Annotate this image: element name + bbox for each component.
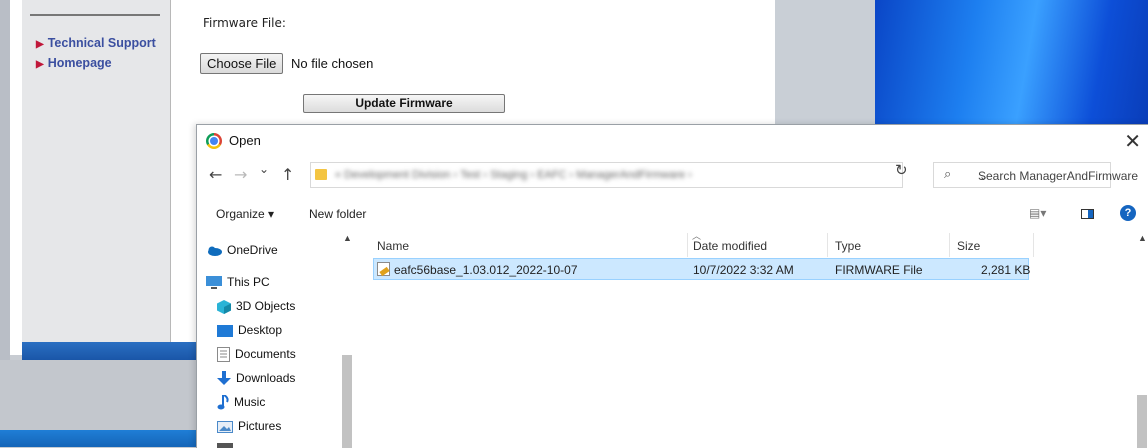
sidebar-link-label: Homepage — [47, 56, 112, 70]
column-header-name[interactable]: Name — [377, 239, 409, 253]
recent-locations-icon[interactable]: ⌄ — [259, 162, 269, 176]
background-band — [0, 360, 202, 430]
nav-item-label: Documents — [235, 347, 296, 361]
breadcrumb[interactable]: « Development Division › Test › Staging … — [335, 169, 692, 181]
web-sidebar: ▶ Technical Support ▶ Homepage — [22, 0, 171, 342]
column-header-date[interactable]: Date modified — [693, 239, 767, 253]
navigation-pane: OneDrive This PC 3D Objects Desktop Docu… — [197, 229, 357, 448]
nav-item-music[interactable]: Music — [217, 395, 265, 410]
column-header-size[interactable]: Size — [957, 239, 980, 253]
column-separator — [1033, 233, 1034, 257]
nav-item-label: Music — [234, 395, 266, 409]
taskbar-strip — [0, 430, 202, 447]
download-icon — [217, 371, 231, 386]
up-arrow-icon[interactable]: ↑ — [281, 165, 294, 184]
column-separator — [949, 233, 950, 257]
close-icon[interactable]: ✕ — [1124, 129, 1141, 153]
new-folder-button[interactable]: New folder — [309, 207, 366, 221]
help-icon[interactable]: ? — [1120, 205, 1136, 221]
column-header-type[interactable]: Type — [835, 239, 861, 253]
firmware-file-label: Firmware File: — [203, 16, 286, 30]
address-row: ← → ⌄ ↑ « Development Division › Test › … — [197, 157, 1148, 195]
dialog-title: Open — [229, 133, 261, 148]
triangle-right-icon: ▶ — [36, 39, 44, 50]
search-input[interactable]: ⌕ Search ManagerAndFirmware — [933, 162, 1138, 188]
nav-item-documents[interactable]: Documents — [217, 347, 296, 363]
cloud-icon — [208, 246, 222, 256]
dialog-titlebar: Open ✕ — [197, 125, 1148, 157]
forward-arrow-icon[interactable]: → — [234, 165, 247, 184]
sidebar-link-technical-support[interactable]: ▶ Technical Support — [36, 36, 156, 50]
nav-item-label: 3D Objects — [236, 299, 296, 313]
sidebar-link-homepage[interactable]: ▶ Homepage — [36, 56, 112, 70]
chrome-icon — [206, 133, 222, 149]
computer-icon — [206, 276, 222, 290]
preview-pane-icon[interactable] — [1081, 209, 1094, 219]
file-list-scrollbar[interactable]: ▲ — [1134, 229, 1148, 448]
nav-item-this-pc[interactable]: This PC — [206, 275, 270, 290]
view-options-icon[interactable]: ▤▾ — [1029, 206, 1046, 220]
folder-icon — [315, 169, 327, 180]
sidebar-link-label: Technical Support — [47, 36, 156, 50]
web-footer-bar — [22, 342, 202, 360]
column-separator — [827, 233, 828, 257]
file-date: 10/7/2022 3:32 AM — [693, 263, 794, 277]
column-separator — [687, 233, 688, 257]
nav-item-pictures[interactable]: Pictures — [217, 419, 281, 433]
desktop-wallpaper — [875, 0, 1148, 130]
file-type: FIRMWARE File — [835, 263, 923, 277]
nav-item-label: Desktop — [238, 323, 283, 337]
back-arrow-icon[interactable]: ← — [209, 165, 222, 184]
nav-item-label: OneDrive — [227, 243, 278, 257]
cube-icon — [217, 299, 231, 314]
table-row[interactable]: eafc56base_1.03.012_2022-10-07 10/7/2022… — [373, 258, 1031, 280]
file-list: ︿ Name Date modified Type Size eafc56bas… — [359, 229, 1148, 448]
update-firmware-button[interactable]: Update Firmware — [303, 94, 505, 113]
video-icon — [217, 442, 233, 448]
search-placeholder: Search ManagerAndFirmware — [978, 169, 1139, 183]
file-name: eafc56base_1.03.012_2022-10-07 — [394, 263, 578, 277]
no-file-chosen-text: No file chosen — [291, 56, 374, 71]
nav-item-onedrive[interactable]: OneDrive — [206, 243, 278, 257]
choose-file-button[interactable]: Choose File — [200, 53, 284, 74]
music-icon — [217, 395, 229, 410]
file-size: 2,281 KB — [981, 263, 1031, 277]
sidebar-divider — [30, 14, 160, 16]
nav-item-3d-objects[interactable]: 3D Objects — [217, 299, 295, 314]
desktop-icon — [217, 324, 233, 337]
nav-item-label: Downloads — [236, 371, 296, 385]
nav-item-label: Pictures — [238, 419, 282, 433]
nav-item-desktop[interactable]: Desktop — [217, 323, 282, 337]
nav-item-label: This PC — [227, 275, 270, 289]
scroll-thumb[interactable] — [342, 355, 352, 448]
nav-item-downloads[interactable]: Downloads — [217, 371, 295, 386]
document-icon — [217, 347, 230, 363]
scroll-up-icon[interactable]: ▲ — [1138, 233, 1147, 243]
scroll-up-icon[interactable]: ▲ — [343, 233, 352, 243]
address-bar[interactable]: « Development Division › Test › Staging … — [310, 162, 988, 188]
desktop-background — [775, 0, 875, 130]
dialog-toolbar: Organize ▾ New folder ▤▾ ? — [197, 198, 1148, 228]
refresh-icon[interactable]: ↻ — [895, 161, 908, 179]
firmware-file-icon — [377, 262, 390, 276]
triangle-right-icon: ▶ — [36, 59, 44, 70]
scroll-thumb[interactable] — [1137, 395, 1147, 448]
nav-scrollbar[interactable]: ▲ — [340, 229, 354, 448]
picture-icon — [217, 420, 233, 433]
organize-menu[interactable]: Organize ▾ — [216, 207, 274, 221]
open-file-dialog: Open ✕ ← → ⌄ ↑ « Development Division › … — [196, 124, 1148, 448]
search-icon: ⌕ — [944, 167, 952, 182]
